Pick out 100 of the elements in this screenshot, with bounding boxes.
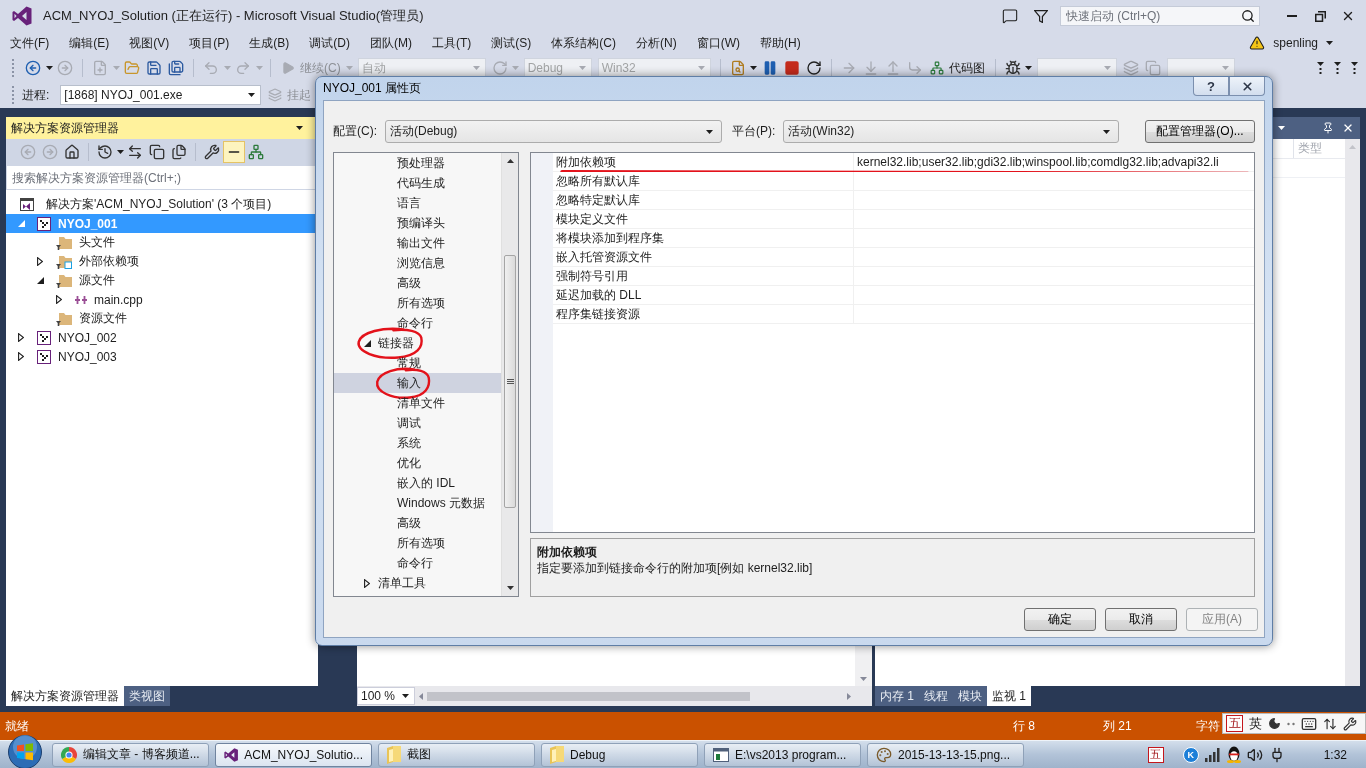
collapsed-arrow-icon[interactable] <box>56 295 62 304</box>
tree-item[interactable]: 高级 <box>334 513 501 533</box>
overflow-icon[interactable] <box>1334 62 1341 74</box>
file-search-icon[interactable] <box>729 60 746 76</box>
dropdown-caret-icon[interactable] <box>706 129 713 134</box>
collapsed-arrow-icon[interactable] <box>18 352 24 361</box>
tree-item[interactable]: 资源文件 <box>6 309 318 328</box>
up-down-arrows-icon[interactable] <box>1323 716 1337 731</box>
vertical-scrollbar[interactable] <box>501 153 518 596</box>
close-button[interactable] <box>1229 77 1265 96</box>
platform-combo[interactable]: 活动(Win32) <box>783 120 1120 143</box>
menu-item[interactable]: 团队(M) <box>360 33 422 53</box>
penguin-icon[interactable] <box>1226 746 1241 763</box>
language-indicator[interactable]: 英 <box>1249 714 1262 733</box>
dialog-button[interactable]: 确定 <box>1024 608 1096 631</box>
panel-tab[interactable]: 模块 <box>953 686 987 706</box>
menu-item[interactable]: 项目(P) <box>179 33 240 53</box>
tree-item[interactable]: NYOJ_003 <box>6 347 318 366</box>
dropdown-caret-icon[interactable] <box>1278 126 1285 130</box>
tree-item[interactable]: NYOJ_002 <box>6 328 318 347</box>
circular-arrow-icon[interactable] <box>805 60 822 76</box>
tree-item[interactable]: 清单工具 <box>334 573 501 593</box>
panel-tab[interactable]: 类视图 <box>124 686 170 706</box>
tree-item[interactable]: 预编译头 <box>334 213 501 233</box>
property-name[interactable]: 忽略特定默认库 <box>553 191 853 210</box>
tree-item[interactable]: 解决方案'ACM_NYOJ_Solution' (3 个项目) <box>6 195 318 214</box>
scroll-down-arrow-icon[interactable] <box>506 586 514 590</box>
start-orb-icon[interactable] <box>8 734 42 768</box>
menu-item[interactable]: 编辑(E) <box>59 33 120 53</box>
scrollbar-thumb[interactable] <box>504 255 516 508</box>
tree-item[interactable]: 代码生成 <box>334 173 501 193</box>
collapsed-arrow-icon[interactable] <box>37 257 43 266</box>
expanded-arrow-icon[interactable] <box>36 277 44 284</box>
input-mode-indicator[interactable]: 五 <box>1226 715 1243 732</box>
save-icon[interactable] <box>146 60 162 76</box>
panel-tab[interactable]: 内存 1 <box>875 686 919 706</box>
tree-item[interactable]: 调试 <box>334 413 501 433</box>
overflow-icon[interactable] <box>1317 62 1324 74</box>
warning-icon[interactable] <box>1249 35 1266 51</box>
tree-item[interactable]: 命令行 <box>334 313 501 333</box>
menu-item[interactable]: 窗口(W) <box>686 33 750 53</box>
scrollbar-thumb[interactable] <box>427 691 750 701</box>
dropdown-caret-icon[interactable] <box>116 150 124 154</box>
property-name[interactable]: 嵌入托管资源文件 <box>553 248 853 267</box>
dropdown-caret-icon[interactable] <box>45 66 53 70</box>
input-method-indicator[interactable]: 五 <box>1147 746 1164 763</box>
property-name[interactable]: 将模块添加到程序集 <box>553 229 853 248</box>
save-all-icon[interactable] <box>168 60 184 76</box>
tree-item[interactable]: 预处理器 <box>334 153 501 173</box>
tree-item[interactable]: 所有选项 <box>334 533 501 553</box>
pin-icon[interactable] <box>1322 122 1334 134</box>
close-icon[interactable] <box>1341 9 1355 23</box>
menu-item[interactable]: 视图(V) <box>119 33 180 53</box>
keyboard-icon[interactable] <box>1301 715 1317 732</box>
taskbar-button[interactable]: 2015-13-13-15.png... <box>867 742 1024 767</box>
code-map-button[interactable]: 代码图 <box>925 57 989 79</box>
configuration-combo[interactable]: 活动(Debug) <box>385 120 722 143</box>
tree-item[interactable]: 源文件 <box>6 271 318 290</box>
tree-item[interactable]: 高级 <box>334 273 501 293</box>
tree-item[interactable]: 输出文件 <box>334 233 501 253</box>
signal-bars-icon[interactable] <box>1204 747 1221 762</box>
process-combo[interactable]: [1868] NYOJ_001.exe <box>60 85 262 105</box>
bug-icon[interactable] <box>1004 60 1021 76</box>
property-name[interactable]: 忽略所有默认库 <box>553 172 853 191</box>
restore-icon[interactable] <box>1314 10 1326 22</box>
scroll-up-arrow-icon[interactable] <box>506 159 514 163</box>
taskbar-button[interactable]: 编辑文章 - 博客频道... <box>52 742 209 767</box>
tree-item[interactable]: 嵌入的 IDL <box>334 473 501 493</box>
user-name[interactable]: spenling <box>1273 36 1318 50</box>
menu-item[interactable]: 测试(S) <box>481 33 542 53</box>
collapsed-arrow-icon[interactable] <box>364 578 370 588</box>
scroll-right-arrow-icon[interactable] <box>847 692 851 700</box>
menu-item[interactable]: 帮助(H) <box>750 33 811 53</box>
quick-launch-field[interactable]: 快速启动 (Ctrl+Q) <box>1060 6 1260 26</box>
configuration-manager-button[interactable]: 配置管理器(O)... <box>1145 120 1255 143</box>
speaker-icon[interactable] <box>1246 746 1263 763</box>
dots-icon[interactable] <box>1287 721 1295 726</box>
close-icon[interactable] <box>1240 79 1254 93</box>
tree-item[interactable]: 常规 <box>334 353 501 373</box>
left-right-arrows-icon[interactable] <box>127 144 143 160</box>
tree-item[interactable]: 语言 <box>334 193 501 213</box>
expanded-arrow-icon[interactable] <box>363 339 371 347</box>
property-name[interactable]: 延迟加载的 DLL <box>553 286 853 305</box>
tree-item[interactable]: main.cpp <box>6 290 318 309</box>
menu-item[interactable]: 工具(T) <box>422 33 482 53</box>
diagram-icon[interactable] <box>248 144 264 160</box>
menu-item[interactable]: 调试(D) <box>299 33 360 53</box>
tree-item[interactable]: 所有选项 <box>334 293 501 313</box>
menu-item[interactable]: 生成(B) <box>239 33 300 53</box>
dropdown-caret-icon[interactable] <box>402 694 409 698</box>
files-icon[interactable] <box>171 144 187 160</box>
tree-item[interactable]: 外部依赖项 <box>6 252 318 271</box>
clock[interactable]: 1:32 <box>1323 747 1347 762</box>
scroll-left-arrow-icon[interactable] <box>419 692 423 700</box>
taskbar-button[interactable]: ACM_NYOJ_Solutio... <box>215 742 372 767</box>
panel-tab[interactable]: 解决方案资源管理器 <box>6 686 124 706</box>
search-field[interactable]: 搜索解决方案资源管理器(Ctrl+;) <box>6 165 318 190</box>
tree-item[interactable]: 系统 <box>334 433 501 453</box>
dropdown-caret-icon[interactable] <box>248 93 256 97</box>
taskbar-button[interactable]: 截图 <box>378 742 535 767</box>
